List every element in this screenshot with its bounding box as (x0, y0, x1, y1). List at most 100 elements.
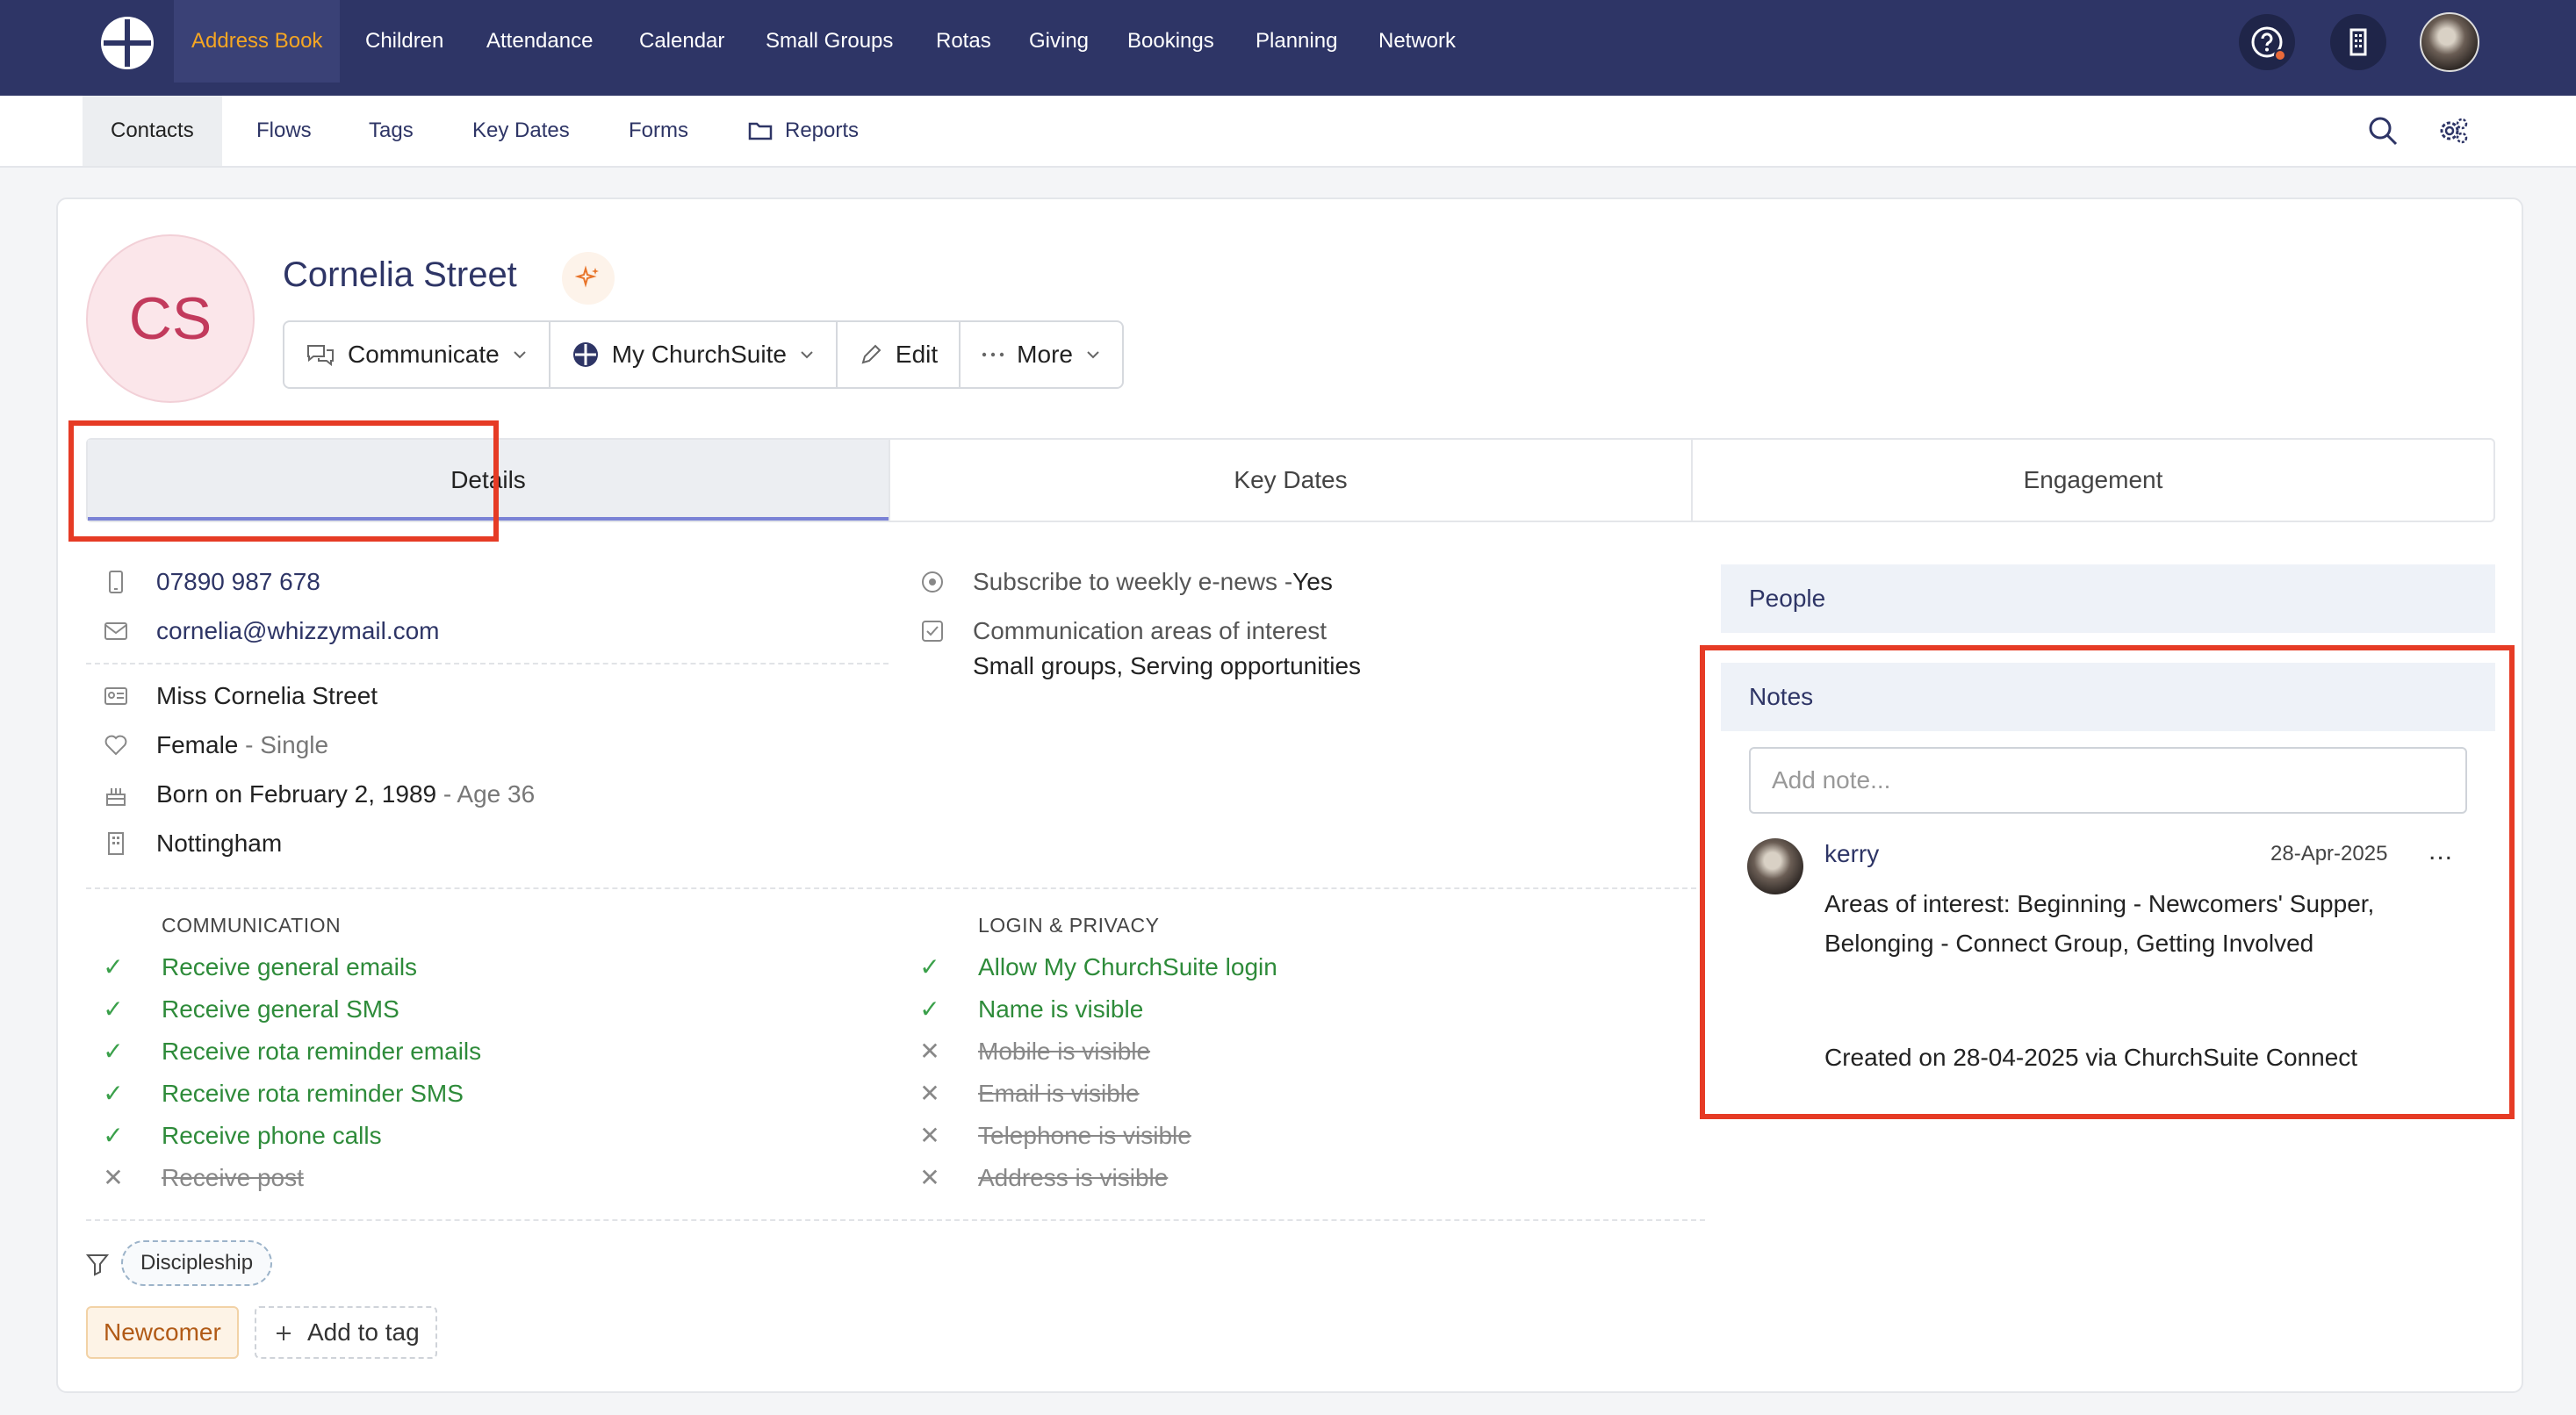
communication-section-title: COMMUNICATION (162, 914, 342, 937)
communication-item: ✓ Receive phone calls (100, 1121, 381, 1150)
interest-row: Communication areas of interest (920, 617, 1327, 645)
churchsuite-logo-icon[interactable] (98, 14, 156, 72)
privacy-item: ✕ Email is visible (917, 1079, 1140, 1108)
edit-button[interactable]: Edit (838, 322, 961, 387)
cake-icon (104, 782, 128, 807)
checkmark-icon: ✓ (103, 953, 124, 980)
email-link[interactable]: cornelia@whizzymail.com (156, 617, 440, 645)
nav-attendance[interactable]: Attendance (469, 0, 610, 83)
discipleship-filter-pill[interactable]: Discipleship (121, 1240, 273, 1286)
cross-icon: ✕ (919, 1122, 940, 1149)
building-icon (104, 831, 128, 856)
city-value: Nottingham (156, 830, 283, 857)
divider (86, 887, 1705, 889)
contact-action-group: Communicate My ChurchSuite Edit More (283, 320, 1124, 389)
communicate-button[interactable]: Communicate (284, 322, 550, 387)
communication-item: ✓ Receive rota reminder emails (100, 1037, 481, 1066)
privacy-item: ✓ Allow My ChurchSuite login (917, 952, 1277, 981)
phone-row: 07890 987 678 (104, 568, 320, 596)
cross-icon: ✕ (919, 1080, 940, 1107)
interest-value: Small groups, Serving opportunities (973, 652, 1362, 679)
note-created-info: Created on 28-04-2025 via ChurchSuite Co… (1824, 1044, 2358, 1071)
note-author-avatar (1747, 838, 1803, 894)
note-more-button[interactable]: ... (2428, 837, 2453, 866)
tab-key-dates[interactable]: Key Dates (890, 440, 1693, 521)
communication-item: ✓ Receive rota reminder SMS (100, 1079, 464, 1108)
nav-giving[interactable]: Giving (1011, 0, 1106, 83)
contact-name: Cornelia Street (283, 255, 517, 294)
note-author-link[interactable]: kerry (1824, 840, 1879, 868)
subnav-key-dates[interactable]: Key Dates (444, 96, 598, 166)
communication-item: ✓ Receive general emails (100, 952, 417, 981)
contact-tabs: Details Key Dates Engagement (86, 438, 2495, 522)
notification-dot (2274, 49, 2286, 61)
cross-icon: ✕ (919, 1038, 940, 1065)
communication-item-label: Receive general SMS (162, 995, 399, 1023)
sex-value: Female (156, 731, 239, 758)
privacy-item-label: Email is visible (978, 1079, 1140, 1107)
nav-children[interactable]: Children (348, 0, 461, 83)
contact-avatar: CS (86, 234, 255, 403)
note-date: 28-Apr-2025 (2270, 842, 2388, 866)
people-panel-header[interactable]: People (1721, 564, 2495, 633)
sub-navigation: Contacts Flows Tags Key Dates Forms Repo… (0, 96, 2576, 168)
my-churchsuite-button[interactable]: My ChurchSuite (550, 322, 838, 387)
nav-rotas[interactable]: Rotas (918, 0, 1009, 83)
heart-icon (104, 733, 128, 758)
birthdate-row: Born on February 2, 1989 - Age 36 (104, 780, 535, 808)
chevron-down-icon (514, 351, 526, 359)
tab-engagement[interactable]: Engagement (1693, 440, 2493, 521)
help-button[interactable] (2239, 14, 2295, 70)
checkbox-icon (920, 619, 945, 643)
cross-icon: ✕ (919, 1164, 940, 1191)
nav-calendar[interactable]: Calendar (622, 0, 742, 83)
phone-link[interactable]: 07890 987 678 (156, 568, 320, 596)
pencil-icon (861, 344, 881, 364)
communication-item-label: Receive general emails (162, 952, 418, 980)
nav-bookings[interactable]: Bookings (1110, 0, 1232, 83)
privacy-item: ✓ Name is visible (917, 995, 1143, 1024)
communication-item: ✓ Receive general SMS (100, 995, 399, 1024)
tab-details[interactable]: Details (88, 440, 890, 521)
organisation-button[interactable] (2330, 14, 2386, 70)
search-icon[interactable] (2365, 113, 2400, 148)
settings-gear-icon[interactable] (2436, 113, 2471, 148)
folder-icon (748, 122, 773, 140)
subnav-contacts[interactable]: Contacts (83, 96, 222, 166)
edit-label: Edit (895, 341, 939, 368)
notes-panel-header: Notes (1721, 663, 2495, 731)
cross-icon: ✕ (103, 1164, 124, 1191)
building-icon (2349, 28, 2367, 56)
newcomer-tag[interactable]: Newcomer (86, 1306, 239, 1359)
communicate-label: Communicate (348, 341, 500, 368)
communication-item-label: Receive rota reminder emails (162, 1037, 482, 1065)
nav-address-book[interactable]: Address Book (174, 0, 341, 83)
divider (86, 1219, 1705, 1221)
sex-row: Female - Single (104, 731, 328, 759)
filter-funnel-icon[interactable] (84, 1251, 111, 1277)
nav-network[interactable]: Network (1361, 0, 1473, 83)
nav-planning[interactable]: Planning (1238, 0, 1355, 83)
full-name-row: Miss Cornelia Street (104, 682, 378, 710)
full-name-value: Miss Cornelia Street (156, 682, 378, 709)
nav-small-groups[interactable]: Small Groups (748, 0, 910, 83)
privacy-item: ✕ Mobile is visible (917, 1037, 1150, 1066)
user-avatar[interactable] (2420, 12, 2479, 72)
ai-sparkle-button[interactable] (562, 252, 615, 305)
privacy-item-label: Telephone is visible (978, 1121, 1191, 1149)
subnav-flows[interactable]: Flows (228, 96, 340, 166)
checkmark-icon: ✓ (919, 995, 940, 1023)
age-value: - Age 36 (443, 780, 536, 808)
more-button[interactable]: More (961, 322, 1122, 387)
subnav-tags[interactable]: Tags (341, 96, 442, 166)
interest-label: Communication areas of interest (973, 617, 1328, 644)
chat-bubbles-icon (307, 345, 334, 367)
add-to-tag-button[interactable]: Add to tag (255, 1306, 437, 1359)
subnav-forms[interactable]: Forms (601, 96, 716, 166)
enews-value: Yes (1292, 568, 1333, 595)
privacy-item: ✕ Address is visible (917, 1163, 1168, 1192)
contact-initials: CS (128, 285, 212, 352)
contact-card: CS Cornelia Street Communicate My Church… (56, 198, 2523, 1393)
add-note-input[interactable] (1749, 747, 2467, 814)
subnav-reports[interactable]: Reports (720, 96, 887, 166)
